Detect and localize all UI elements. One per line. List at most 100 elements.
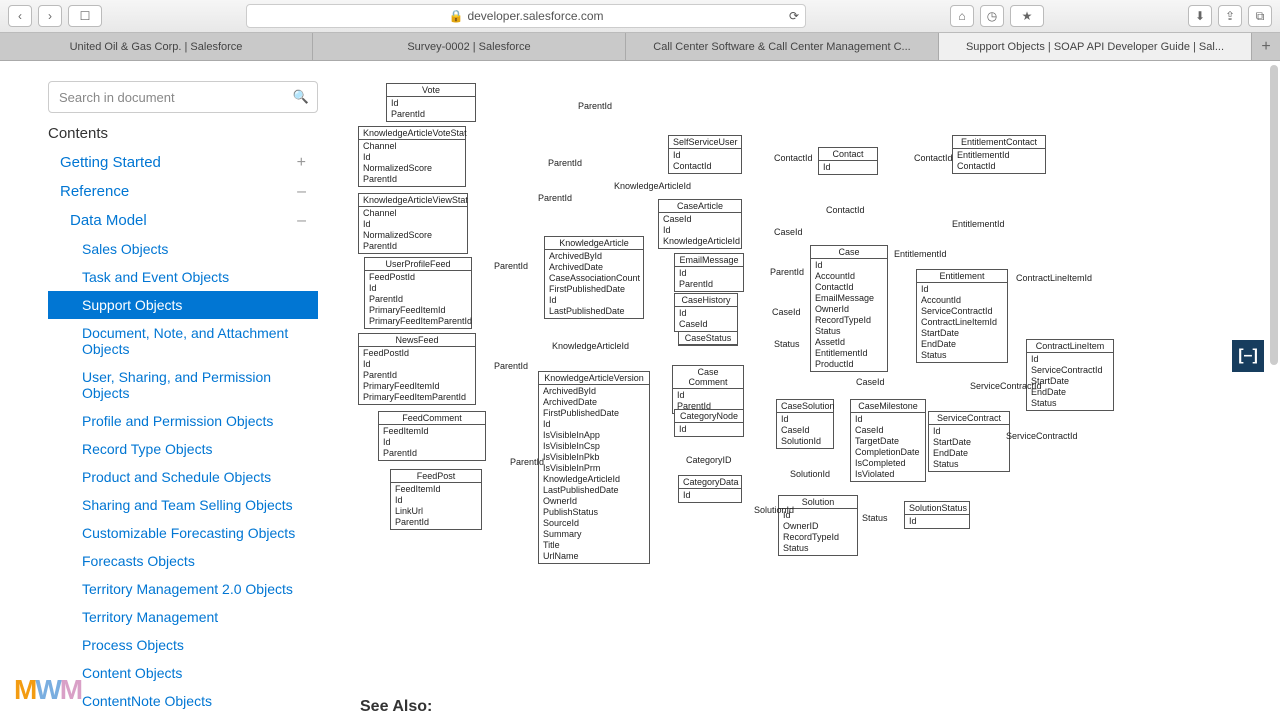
entity-fields: IdCaseIdTargetDateCompletionDateIsComple… [851, 413, 925, 481]
entity-title: EmailMessage [675, 254, 743, 267]
entity-title: FeedPost [391, 470, 481, 483]
erd-entity-kavs: KnowledgeArticleVoteStatChannelIdNormali… [358, 126, 466, 187]
entity-fields: Id [819, 161, 877, 174]
nav-item[interactable]: Reference– [48, 177, 318, 206]
entity-fields: EntitlementIdContactId [953, 149, 1045, 173]
nav-item[interactable]: Profile and Permission Objects [48, 407, 318, 435]
doc-sidebar: Search in document 🔍 Contents Getting St… [0, 61, 318, 720]
erd-entity-ca: CaseArticleCaseIdIdKnowledgeArticleId [658, 199, 742, 249]
nav-item[interactable]: Forecasts Objects [48, 547, 318, 575]
entity-fields: FeedItemIdIdParentId [379, 425, 485, 460]
entity-title: SelfServiceUser [669, 136, 741, 149]
edge-label: ContactId [826, 205, 865, 215]
entity-fields: IdOwnerIDRecordTypeIdStatus [779, 509, 857, 555]
nav-item[interactable]: Record Type Objects [48, 435, 318, 463]
nav-item[interactable]: Territory Management 2.0 Objects [48, 575, 318, 603]
nav-item[interactable]: Data Model– [48, 206, 318, 235]
edge-label: Status [774, 339, 800, 349]
entity-fields: Id [905, 515, 969, 528]
browser-tab[interactable]: Survey-0002 | Salesforce [313, 33, 626, 60]
nav-item[interactable]: Getting Started+ [48, 148, 318, 177]
browser-tab-active[interactable]: Support Objects | SOAP API Developer Gui… [939, 33, 1252, 60]
nav-item[interactable]: Territory Management [48, 603, 318, 631]
new-tab-button[interactable]: + [1252, 33, 1280, 60]
edge-label: CategoryID [686, 455, 732, 465]
collapse-panel-button[interactable]: [–] [1232, 340, 1264, 372]
sidebar-toggle-button[interactable]: ☐ [68, 5, 102, 27]
toggle-icon[interactable]: – [297, 212, 306, 230]
nav-item[interactable]: Support Objects [48, 291, 318, 319]
nav-item[interactable]: Sales Objects [48, 235, 318, 263]
scrollbar[interactable] [1270, 65, 1278, 365]
edge-label: ParentId [538, 193, 572, 203]
downloads-button[interactable]: ⬇ [1188, 5, 1212, 27]
erd-entity-ent: EntitlementIdAccountIdServiceContractIdC… [916, 269, 1008, 363]
edge-label: EntitlementId [952, 219, 1005, 229]
home-button[interactable]: ⌂ [950, 5, 974, 27]
toggle-icon[interactable]: – [297, 183, 306, 201]
nav-item[interactable]: Product and Schedule Objects [48, 463, 318, 491]
forward-button[interactable]: › [38, 5, 62, 27]
edge-label: SolutionId [754, 505, 794, 515]
url-text: developer.salesforce.com [467, 9, 603, 23]
back-button[interactable]: ‹ [8, 5, 32, 27]
entity-fields: IdCaseId [675, 307, 737, 331]
erd-entity-ch: CaseHistoryIdCaseId [674, 293, 738, 332]
nav-item[interactable]: Content Objects [48, 659, 318, 687]
main-content: VoteIdParentIdKnowledgeArticleVoteStatCh… [318, 61, 1280, 720]
browser-tab[interactable]: Call Center Software & Call Center Manag… [626, 33, 939, 60]
entity-title: FeedComment [379, 412, 485, 425]
search-icon: 🔍 [293, 89, 309, 105]
edge-label: EntitlementId [894, 249, 947, 259]
edge-label: ParentId [578, 101, 612, 111]
bookmark-button[interactable]: ★ [1010, 5, 1044, 27]
nav-item[interactable]: Sharing and Team Selling Objects [48, 491, 318, 519]
toolbar-right: ⬇ ⇪ ⧉ [1188, 5, 1272, 27]
erd-entity-kav: KnowledgeArticleVersionArchivedByIdArchi… [538, 371, 650, 564]
lock-icon: 🔒 [448, 9, 463, 23]
erd-entity-ec: EntitlementContactEntitlementIdContactId [952, 135, 1046, 174]
entity-fields: FeedItemIdIdLinkUrlParentId [391, 483, 481, 529]
edge-label: CaseId [772, 307, 801, 317]
tab-bar: United Oil & Gas Corp. | Salesforce Surv… [0, 33, 1280, 61]
edge-label: ContactId [914, 153, 953, 163]
nav-item[interactable]: Customizable Forecasting Objects [48, 519, 318, 547]
erd-entity-ccom: Case CommentIdParentId [672, 365, 744, 414]
entity-title: SolutionStatus [905, 502, 969, 515]
entity-title: ServiceContract [929, 412, 1009, 425]
toggle-icon[interactable]: + [297, 154, 306, 172]
address-bar[interactable]: 🔒 developer.salesforce.com ⟳ [246, 4, 806, 28]
edge-label: CaseId [856, 377, 885, 387]
nav-item[interactable]: Task and Event Objects [48, 263, 318, 291]
entity-fields: IdAccountIdContactIdEmailMessageOwnerIdR… [811, 259, 887, 371]
search-input[interactable]: Search in document 🔍 [48, 81, 318, 113]
erd-entity-em: EmailMessageIdParentId [674, 253, 744, 292]
erd-entity-ka: KnowledgeArticleArchivedByIdArchivedDate… [544, 236, 644, 319]
page-content: Search in document 🔍 Contents Getting St… [0, 61, 1280, 720]
nav-item[interactable]: User, Sharing, and Permission Objects [48, 363, 318, 407]
browser-tab[interactable]: United Oil & Gas Corp. | Salesforce [0, 33, 313, 60]
edge-label: ServiceContractId [970, 381, 1042, 391]
entity-fields: IdAccountIdServiceContractIdContractLine… [917, 283, 1007, 362]
entity-fields: CaseIdIdKnowledgeArticleId [659, 213, 741, 248]
entity-fields: FeedPostIdIdParentIdPrimaryFeedItemIdPri… [359, 347, 475, 404]
entity-title: KnowledgeArticle [545, 237, 643, 250]
nav-item[interactable]: Process Objects [48, 631, 318, 659]
share-button[interactable]: ⇪ [1218, 5, 1242, 27]
entity-title: EntitlementContact [953, 136, 1045, 149]
tabs-button[interactable]: ⧉ [1248, 5, 1272, 27]
edge-label: CaseId [774, 227, 803, 237]
erd-diagram: VoteIdParentIdKnowledgeArticleVoteStatCh… [358, 81, 1138, 601]
nav-item[interactable]: ContentNote Objects [48, 687, 318, 715]
erd-entity-cli: ContractLineItemIdServiceContractIdStart… [1026, 339, 1114, 411]
edge-label: ParentId [548, 158, 582, 168]
erd-entity-cdata: CategoryDataId [678, 475, 742, 503]
edge-label: KnowledgeArticleId [552, 341, 629, 351]
history-button[interactable]: ◷ [980, 5, 1004, 27]
nav-item[interactable]: Document, Note, and Attachment Objects [48, 319, 318, 363]
entity-title: CaseHistory [675, 294, 737, 307]
entity-fields: ArchivedByIdArchivedDateFirstPublishedDa… [539, 385, 649, 563]
reload-icon[interactable]: ⟳ [789, 9, 799, 23]
browser-toolbar: ‹ › ☐ 🔒 developer.salesforce.com ⟳ ⌂ ◷ ★… [0, 0, 1280, 33]
erd-entity-contact: ContactId [818, 147, 878, 175]
